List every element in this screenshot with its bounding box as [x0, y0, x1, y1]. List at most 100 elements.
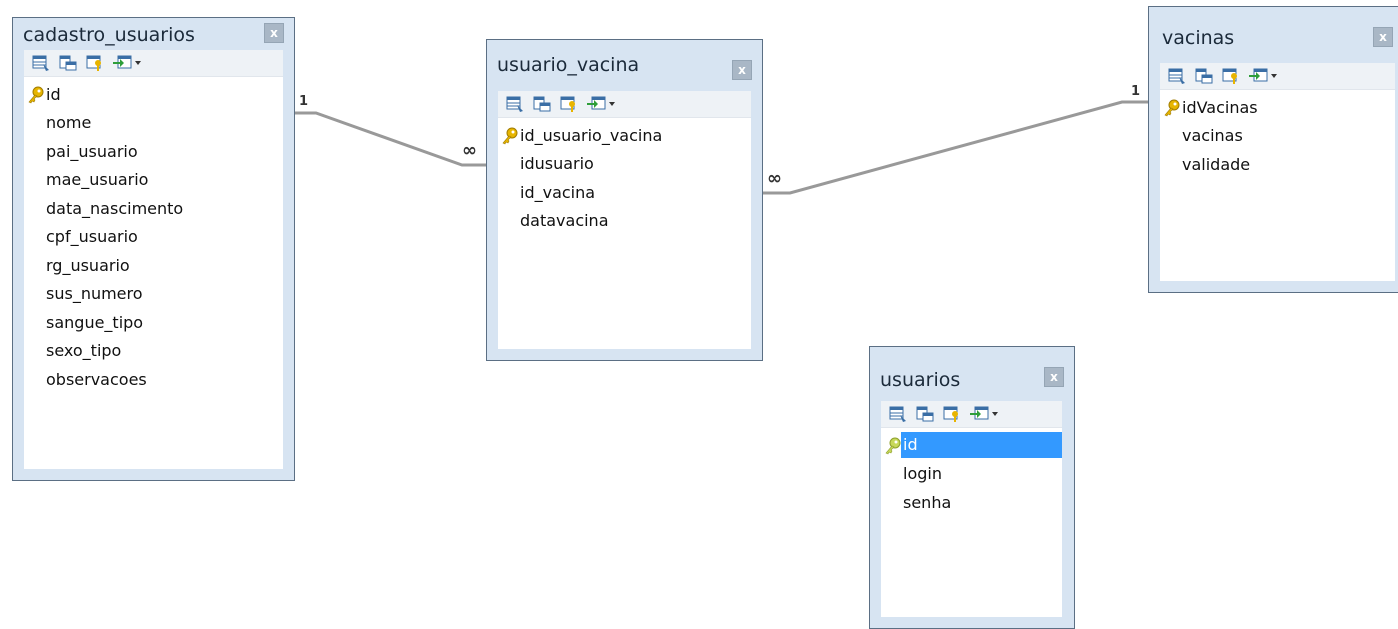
add-column-icon[interactable] — [970, 404, 1000, 424]
column-name: id_usuario_vacina — [520, 125, 663, 145]
dropdown-arrow-icon — [609, 102, 615, 106]
table-body: id login senha — [881, 401, 1062, 617]
dropdown-arrow-icon — [992, 412, 998, 416]
column-name: sexo_tipo — [46, 341, 122, 361]
table-toolbar — [498, 91, 751, 118]
primary-key-icon — [28, 86, 44, 104]
column-row[interactable]: observacoes — [24, 365, 283, 394]
column-row[interactable]: data_nascimento — [24, 194, 283, 223]
columns-icon[interactable] — [533, 94, 551, 114]
column-name: nome — [46, 113, 92, 133]
column-row[interactable]: id_usuario_vacina — [498, 121, 751, 150]
column-name: mae_usuario — [46, 170, 149, 190]
column-row[interactable]: validade — [1160, 150, 1395, 179]
keys-icon[interactable] — [560, 94, 578, 114]
table-header[interactable]: cadastro_usuarios x — [13, 18, 294, 50]
table-title: vacinas — [1162, 27, 1235, 49]
close-icon[interactable]: x — [1373, 27, 1393, 47]
table-title: cadastro_usuarios — [23, 24, 195, 46]
column-row[interactable]: sus_numero — [24, 280, 283, 309]
column-row[interactable]: id — [881, 431, 1062, 460]
table-title: usuario_vacina — [497, 54, 640, 76]
table-view-icon[interactable] — [506, 94, 524, 114]
table-body: id nome pai_usuario mae_usuario data_nas… — [24, 50, 283, 469]
table-toolbar — [881, 401, 1062, 428]
table-header[interactable]: vacinas x — [1149, 7, 1398, 49]
keys-icon[interactable] — [943, 404, 961, 424]
column-name: observacoes — [46, 369, 147, 389]
keys-icon[interactable] — [86, 53, 104, 73]
primary-key-icon — [885, 437, 901, 455]
column-name: pai_usuario — [46, 141, 138, 161]
primary-key-icon — [1164, 99, 1180, 117]
close-icon[interactable]: x — [732, 60, 752, 80]
table-view-icon[interactable] — [1168, 66, 1186, 86]
column-list: id_usuario_vacina idusuario id_vacina da… — [498, 118, 751, 235]
column-list: id nome pai_usuario mae_usuario data_nas… — [24, 77, 283, 394]
column-row[interactable]: sangue_tipo — [24, 308, 283, 337]
table-view-icon[interactable] — [32, 53, 50, 73]
table-body: id_usuario_vacina idusuario id_vacina da… — [498, 91, 751, 349]
column-row[interactable]: login — [881, 460, 1062, 489]
column-row[interactable]: cpf_usuario — [24, 223, 283, 252]
table-view-icon[interactable] — [889, 404, 907, 424]
column-row[interactable]: pai_usuario — [24, 137, 283, 166]
column-row[interactable]: senha — [881, 488, 1062, 517]
column-name: datavacina — [520, 211, 609, 231]
diagram-canvas: 1 ∞ ∞ 1 cadastro_usuarios x id nome pai_… — [0, 0, 1398, 629]
column-name: rg_usuario — [46, 255, 130, 275]
table-body: idVacinas vacinas validade — [1160, 63, 1395, 281]
column-name: id — [901, 432, 1062, 458]
table-cadastro-usuarios[interactable]: cadastro_usuarios x id nome pai_usuario … — [12, 17, 295, 481]
table-usuarios[interactable]: usuarios x id login senha — [869, 346, 1075, 629]
column-name: vacinas — [1182, 126, 1243, 146]
close-icon[interactable]: x — [264, 23, 284, 43]
cardinality-label-many: ∞ — [767, 168, 782, 189]
columns-icon[interactable] — [1195, 66, 1213, 86]
cardinality-label-one: 1 — [299, 94, 309, 109]
cardinality-label-one: 1 — [1131, 84, 1141, 99]
column-name: data_nascimento — [46, 198, 184, 218]
column-row[interactable]: idVacinas — [1160, 93, 1395, 122]
dropdown-arrow-icon — [1271, 74, 1277, 78]
column-name: idusuario — [520, 154, 594, 174]
column-name: senha — [903, 492, 952, 512]
column-row[interactable]: id — [24, 80, 283, 109]
column-row[interactable]: sexo_tipo — [24, 337, 283, 366]
column-name: id — [46, 84, 61, 104]
columns-icon[interactable] — [59, 53, 77, 73]
column-name: validade — [1182, 154, 1251, 174]
add-column-icon[interactable] — [1249, 66, 1279, 86]
column-list: id login senha — [881, 428, 1062, 517]
table-toolbar — [1160, 63, 1395, 90]
add-column-icon[interactable] — [113, 53, 143, 73]
add-column-icon[interactable] — [587, 94, 617, 114]
table-toolbar — [24, 50, 283, 77]
column-row[interactable]: datavacina — [498, 207, 751, 236]
column-row[interactable]: nome — [24, 109, 283, 138]
close-icon[interactable]: x — [1044, 367, 1064, 387]
relationship-line-usuario-vacina-vacinas[interactable] — [763, 100, 1148, 195]
column-row[interactable]: id_vacina — [498, 178, 751, 207]
column-name: sus_numero — [46, 284, 143, 304]
column-row[interactable]: vacinas — [1160, 122, 1395, 151]
column-row[interactable]: mae_usuario — [24, 166, 283, 195]
table-vacinas[interactable]: vacinas x idVacinas vacinas validade — [1148, 6, 1398, 293]
column-name: sangue_tipo — [46, 312, 144, 332]
table-header[interactable]: usuario_vacina x — [487, 40, 762, 80]
relationship-line-cadastro-usuario-vacina[interactable] — [295, 111, 486, 167]
column-name: id_vacina — [520, 182, 596, 202]
keys-icon[interactable] — [1222, 66, 1240, 86]
primary-key-icon — [502, 127, 518, 145]
column-name: idVacinas — [1182, 97, 1258, 117]
table-usuario-vacina[interactable]: usuario_vacina x id_usuario_vacina idusu… — [486, 39, 763, 361]
columns-icon[interactable] — [916, 404, 934, 424]
dropdown-arrow-icon — [135, 61, 141, 65]
column-row[interactable]: idusuario — [498, 150, 751, 179]
column-name: login — [903, 464, 942, 484]
cardinality-label-many: ∞ — [462, 140, 477, 161]
table-title: usuarios — [880, 369, 961, 391]
column-list: idVacinas vacinas validade — [1160, 90, 1395, 179]
column-row[interactable]: rg_usuario — [24, 251, 283, 280]
table-header[interactable]: usuarios x — [870, 347, 1074, 391]
